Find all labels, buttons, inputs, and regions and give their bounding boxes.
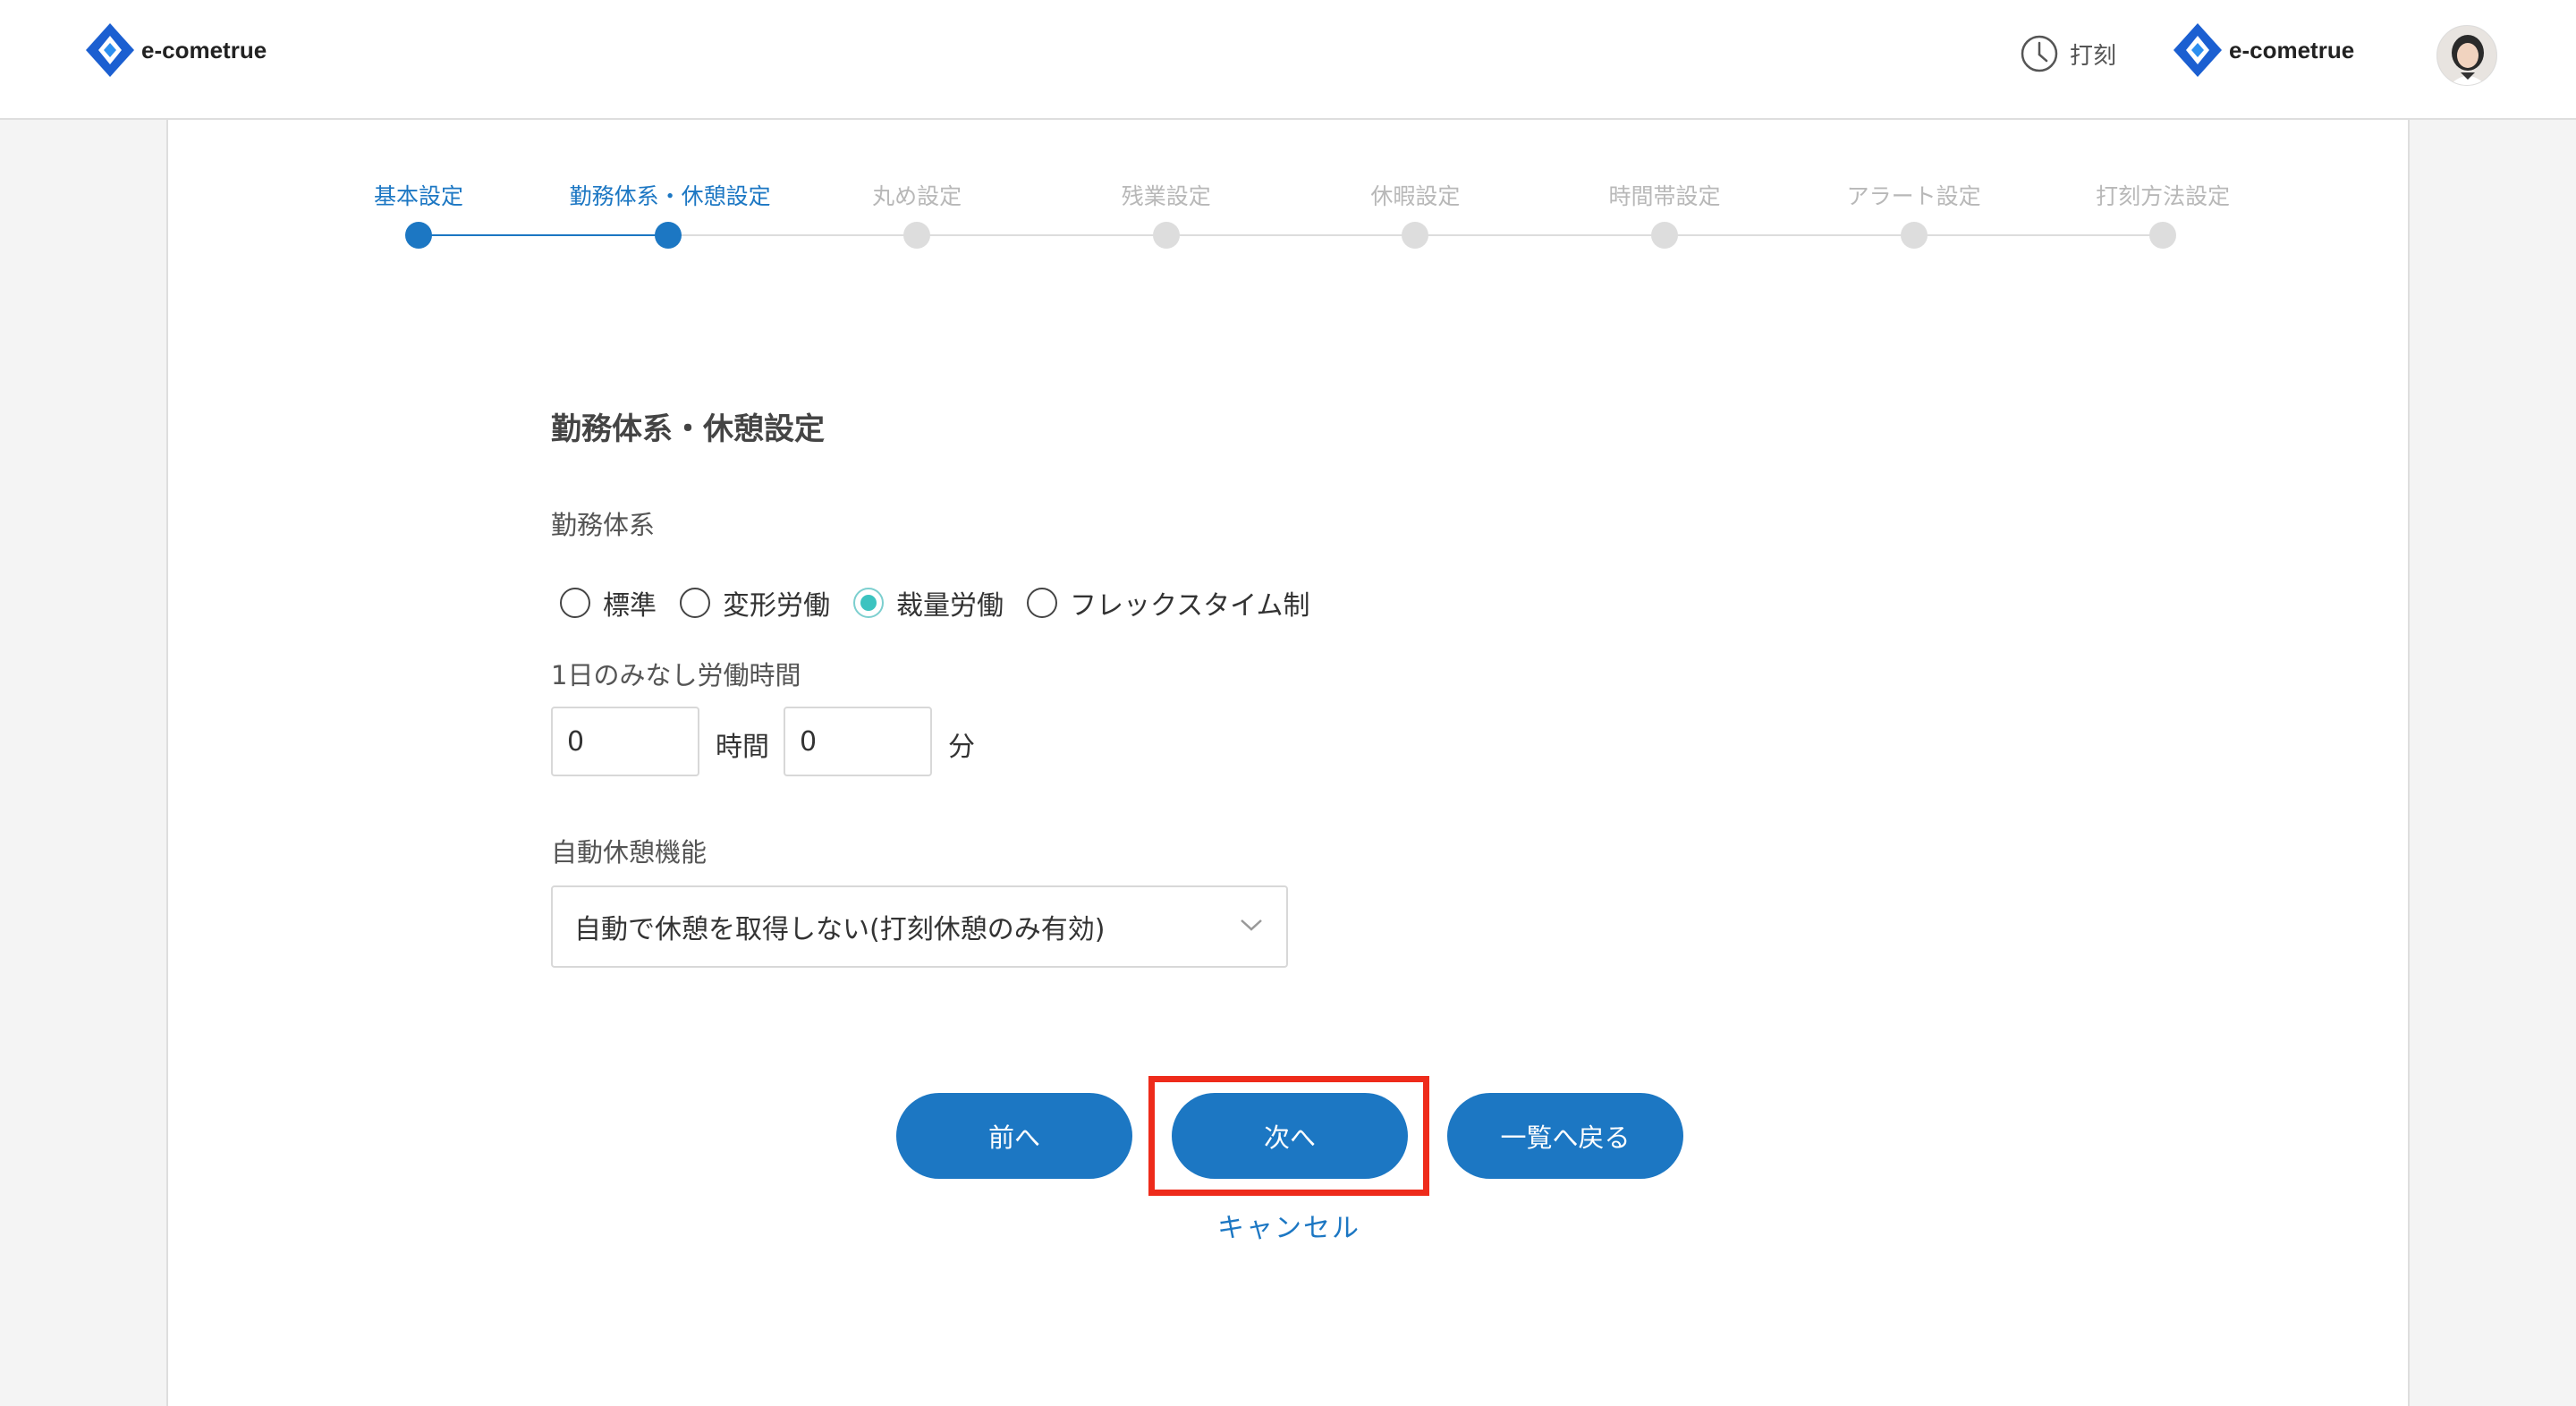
stepper-step: アラート設定 <box>1816 179 2012 211</box>
settings-card: 基本設定 勤務体系・休憩設定 丸め設定 残業設定 休暇設定 時間帯設定 アラート設定 打刻方法… <box>166 120 2410 1406</box>
work-system-label: 勤務体系 <box>551 510 656 540</box>
stepper-connector <box>1165 234 1416 236</box>
stepper-connector <box>419 234 668 236</box>
company-name: e-cometrue <box>2229 36 2355 64</box>
stepper-connector <box>1415 234 1665 236</box>
stepper-step: 残業設定 <box>1068 179 1265 211</box>
radio-variable-work-circle[interactable] <box>680 588 710 618</box>
stepper-step: 丸め設定 <box>818 179 1015 211</box>
radio-discretionary-work-label: 裁量労働 <box>896 590 1004 622</box>
stepper-step: 休暇設定 <box>1317 179 1513 211</box>
company-logo: e-cometrue <box>2172 21 2354 79</box>
user-avatar[interactable] <box>2436 25 2497 86</box>
stepper-step-label: 勤務体系・休憩設定 <box>569 183 771 209</box>
radio-standard-label: 標準 <box>603 590 657 622</box>
hours-unit: 時間 <box>716 732 769 763</box>
stepper-step: 打刻方法設定 <box>2064 179 2261 211</box>
radio-discretionary-work-circle[interactable] <box>853 588 884 618</box>
stepper-step-label: 時間帯設定 <box>1608 183 1721 209</box>
stepper-dot <box>903 222 931 249</box>
stepper-step-label: 打刻方法設定 <box>2096 183 2231 209</box>
radio-variable-work[interactable]: 変形労働 <box>680 583 830 623</box>
stepper-dot <box>405 222 432 249</box>
clock-icon <box>2021 35 2058 72</box>
radio-variable-work-label: 変形労働 <box>723 590 830 622</box>
radio-standard[interactable]: 標準 <box>560 583 657 623</box>
stepper-dot <box>1651 222 1678 249</box>
section-title: 勤務体系・休憩設定 <box>551 411 825 447</box>
cancel-link[interactable]: キャンセル <box>1159 1206 1419 1245</box>
prev-button[interactable]: 前へ <box>896 1093 1132 1179</box>
brand-logo-icon <box>86 23 134 77</box>
stepper-step-label: 基本設定 <box>373 183 463 209</box>
stepper-connector <box>667 234 918 236</box>
stepper-dot <box>2149 222 2177 249</box>
hours-input[interactable] <box>551 707 699 776</box>
stepper-connector <box>1665 234 1914 236</box>
radio-flextime-label: フレックスタイム制 <box>1070 590 1310 622</box>
stepper-dot <box>1900 222 1928 249</box>
stepper-dot <box>654 222 682 249</box>
work-system-radio-group: 標準 変形労働 裁量労働 フレックスタイム制 <box>560 583 1334 623</box>
radio-flextime-circle[interactable] <box>1027 588 1057 618</box>
stepper-step-label: アラート設定 <box>1846 183 1981 209</box>
stepper-step-label: 休暇設定 <box>1370 183 1461 209</box>
radio-standard-circle[interactable] <box>560 588 590 618</box>
app-header: e-cometrue 打刻 e-cometrue <box>0 0 2576 120</box>
user-avatar-image <box>2437 26 2496 85</box>
minutes-unit: 分 <box>948 732 975 763</box>
stepper-dot <box>1152 222 1180 249</box>
auto-break-select[interactable]: 自動で休憩を取得しない(打刻休憩のみ有効) <box>551 885 1288 968</box>
auto-break-selected-value: 自動で休憩を取得しない(打刻休憩のみ有効) <box>574 914 1106 945</box>
stepper-connector <box>1913 234 2164 236</box>
stepper-step-label: 残業設定 <box>1121 183 1211 209</box>
stepper-connector <box>917 234 1166 236</box>
stepper-step: 時間帯設定 <box>1566 179 1763 211</box>
stepper-step-label: 丸め設定 <box>872 183 962 209</box>
stepper-step: 基本設定 <box>320 179 517 211</box>
company-logo-icon <box>2174 23 2222 77</box>
stepper-dot <box>1402 222 1429 249</box>
next-button-highlight <box>1148 1076 1429 1196</box>
brand-logo[interactable]: e-cometrue <box>84 21 267 79</box>
minutes-input[interactable] <box>784 707 932 776</box>
radio-discretionary-work[interactable]: 裁量労働 <box>853 583 1004 623</box>
radio-flextime[interactable]: フレックスタイム制 <box>1027 583 1310 623</box>
auto-break-label: 自動休憩機能 <box>551 837 708 868</box>
punch-label: 打刻 <box>2070 42 2117 70</box>
back-to-list-button[interactable]: 一覧へ戻る <box>1447 1093 1683 1179</box>
deemed-hours-label: 1日のみなし労働時間 <box>551 660 801 690</box>
brand-name: e-cometrue <box>141 36 267 64</box>
stepper-step: 勤務体系・休憩設定 <box>569 179 771 211</box>
chevron-down-icon <box>1241 919 1262 931</box>
punch-button[interactable]: 打刻 <box>2020 34 2116 73</box>
